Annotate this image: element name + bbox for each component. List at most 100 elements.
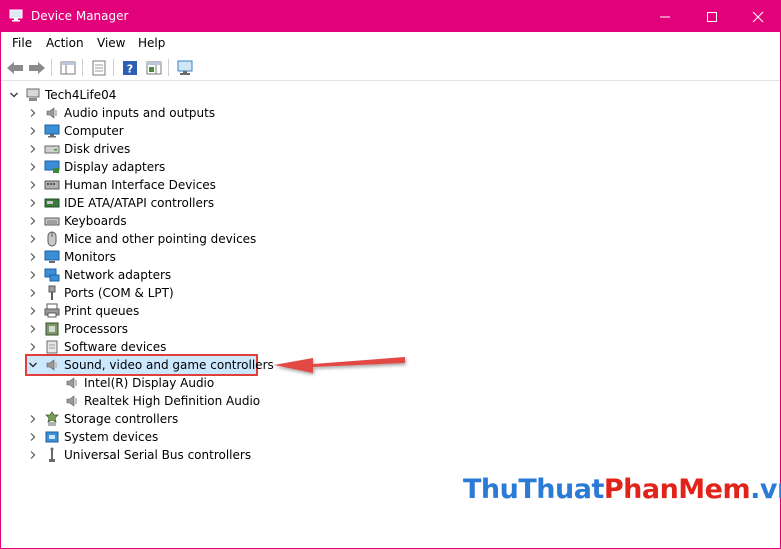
menu-bar: File Action View Help xyxy=(1,32,780,54)
tree-category[interactable]: Print queues xyxy=(28,302,139,320)
action-pane-icon xyxy=(146,61,162,74)
tree-category-label: Human Interface Devices xyxy=(64,178,216,192)
scan-hardware-button[interactable] xyxy=(175,58,195,77)
title-bar[interactable]: Device Manager xyxy=(1,1,780,32)
tree-category[interactable]: Human Interface Devices xyxy=(28,176,216,194)
chevron-right-icon[interactable] xyxy=(28,270,38,280)
tree-category[interactable]: Storage controllers xyxy=(28,410,178,428)
chevron-right-icon[interactable] xyxy=(28,126,38,136)
tree-category[interactable]: Software devices xyxy=(28,338,166,356)
chevron-down-icon[interactable] xyxy=(9,90,19,100)
properties-button[interactable] xyxy=(89,58,109,77)
tree-category[interactable]: Processors xyxy=(28,320,128,338)
tree-category[interactable]: Ports (COM & LPT) xyxy=(28,284,174,302)
tree-category-label: System devices xyxy=(64,430,159,444)
window-title: Device Manager xyxy=(31,9,129,23)
chevron-right-icon[interactable] xyxy=(28,144,38,154)
chevron-right-icon[interactable] xyxy=(28,180,38,190)
chevron-right-icon[interactable] xyxy=(28,306,38,316)
ide-controller-icon xyxy=(44,195,60,211)
tree-device-label: Realtek High Definition Audio xyxy=(84,394,261,408)
minimize-button[interactable] xyxy=(642,1,688,32)
watermark-part-3: .vn xyxy=(750,474,781,505)
action-pane-button[interactable] xyxy=(144,58,164,77)
chevron-right-icon[interactable] xyxy=(28,162,38,172)
watermark: ThuThuatPhanMem.vn xyxy=(463,474,781,505)
scan-hardware-icon xyxy=(177,60,193,75)
speaker-icon xyxy=(44,357,60,373)
tree-category[interactable]: Audio inputs and outputs xyxy=(28,104,215,122)
tree-category[interactable]: Monitors xyxy=(28,248,116,266)
disk-drive-icon xyxy=(44,141,60,157)
tree-category[interactable]: Mice and other pointing devices xyxy=(28,230,256,248)
computer-icon xyxy=(25,87,41,103)
tree-category[interactable]: IDE ATA/ATAPI controllers xyxy=(28,194,214,212)
storage-controller-icon xyxy=(44,411,60,427)
chevron-right-icon[interactable] xyxy=(28,234,38,244)
tree-device[interactable]: Realtek High Definition Audio xyxy=(64,392,260,410)
device-manager-window: Device Manager File Action View Help ? T… xyxy=(0,0,781,549)
chevron-right-icon[interactable] xyxy=(28,108,38,118)
printer-icon xyxy=(44,303,60,319)
tree-category-label: Mice and other pointing devices xyxy=(64,232,257,246)
tree-category[interactable]: Sound, video and game controllers xyxy=(28,356,274,374)
menu-view[interactable]: View xyxy=(97,36,125,50)
menu-help[interactable]: Help xyxy=(138,36,165,50)
network-adapter-icon xyxy=(44,267,60,283)
close-button[interactable] xyxy=(735,1,781,32)
chevron-right-icon[interactable] xyxy=(28,216,38,226)
help-icon: ? xyxy=(123,60,137,75)
usb-icon xyxy=(44,447,60,463)
maximize-icon xyxy=(707,11,717,22)
tree-device-label: Intel(R) Display Audio xyxy=(84,376,215,390)
tree-category[interactable]: System devices xyxy=(28,428,158,446)
tree-category[interactable]: Display adapters xyxy=(28,158,165,176)
menu-action[interactable]: Action xyxy=(46,36,84,50)
tree-category-label: Print queues xyxy=(64,304,140,318)
tree-category[interactable]: Network adapters xyxy=(28,266,171,284)
toolbar: ? xyxy=(1,54,780,81)
tree-root[interactable]: Tech4Life04 xyxy=(9,86,116,104)
system-device-icon xyxy=(44,429,60,445)
tree-category[interactable]: Keyboards xyxy=(28,212,127,230)
speaker-icon xyxy=(64,375,80,391)
tree-category-label: Ports (COM & LPT) xyxy=(64,286,174,300)
chevron-right-icon[interactable] xyxy=(28,252,38,262)
toolbar-separator xyxy=(113,59,114,76)
root-label: Tech4Life04 xyxy=(45,88,117,102)
chevron-right-icon[interactable] xyxy=(28,414,38,424)
monitor-icon xyxy=(44,249,60,265)
chevron-right-icon[interactable] xyxy=(28,198,38,208)
toolbar-separator xyxy=(51,59,52,76)
chevron-down-icon[interactable] xyxy=(28,360,38,370)
chevron-right-icon[interactable] xyxy=(28,288,38,298)
tree-category-label: Disk drives xyxy=(64,142,131,156)
close-icon xyxy=(752,11,764,22)
minimize-icon xyxy=(660,16,670,17)
chevron-right-icon[interactable] xyxy=(28,432,38,442)
console-tree-icon xyxy=(60,61,76,74)
tree-category[interactable]: Computer xyxy=(28,122,124,140)
tree-category-label: Processors xyxy=(64,322,129,336)
maximize-button[interactable] xyxy=(689,1,735,32)
watermark-part-2: PhanMem xyxy=(603,474,751,505)
tree-category-label: Monitors xyxy=(64,250,116,264)
toolbar-separator xyxy=(168,59,169,76)
console-tree-button[interactable] xyxy=(58,58,78,77)
tree-category[interactable]: Disk drives xyxy=(28,140,130,158)
mouse-icon xyxy=(44,231,60,247)
forward-button[interactable] xyxy=(27,58,47,77)
chevron-right-icon[interactable] xyxy=(28,342,38,352)
tree-category-label: Keyboards xyxy=(64,214,127,228)
help-button[interactable]: ? xyxy=(120,58,140,77)
chevron-right-icon[interactable] xyxy=(28,450,38,460)
tree-category[interactable]: Universal Serial Bus controllers xyxy=(28,446,251,464)
software-device-icon xyxy=(44,339,60,355)
chevron-right-icon[interactable] xyxy=(28,324,38,334)
speaker-icon xyxy=(64,393,80,409)
watermark-part-1: ThuThuat xyxy=(463,474,604,505)
menu-file[interactable]: File xyxy=(12,36,32,50)
back-button[interactable] xyxy=(5,58,25,77)
device-manager-app-icon xyxy=(9,9,25,23)
tree-device[interactable]: Intel(R) Display Audio xyxy=(64,374,214,392)
